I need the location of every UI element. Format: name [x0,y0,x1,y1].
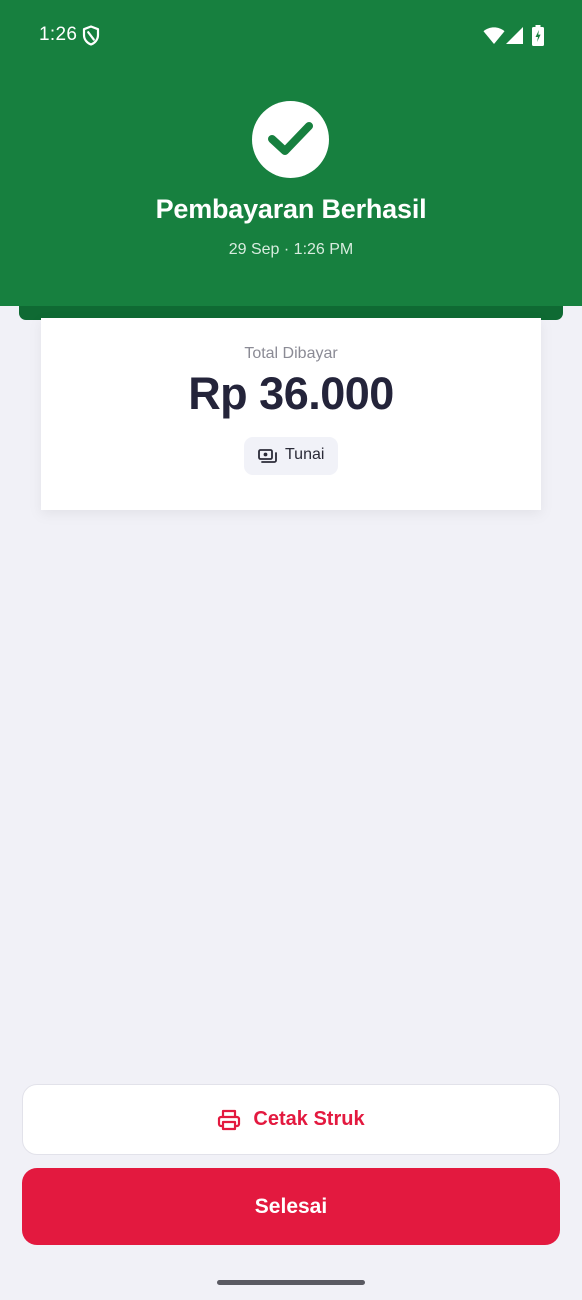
printer-icon [218,1109,241,1130]
payment-success-screen: 1:26 Pembayaran Berhasil 29 Sep · 1:26 P… [0,0,582,1300]
battery-charging-icon [532,25,544,46]
cell-signal-icon [506,27,523,44]
receipt-zigzag-edge [41,497,541,509]
payment-method-label: Tunai [285,446,325,463]
status-time: 1:26 [39,24,78,45]
receipt-card: Total Dibayar Rp 36.000 Tunai [41,318,541,510]
total-label: Total Dibayar [244,345,338,362]
home-indicator[interactable] [217,1280,365,1285]
shield-icon [82,25,100,46]
total-amount: Rp 36.000 [188,368,394,419]
payment-date: 29 Sep · 1:26 PM [228,241,354,258]
success-header: 1:26 Pembayaran Berhasil 29 Sep · 1:26 P… [0,0,582,306]
status-bar: 1:26 [0,0,582,72]
wifi-icon [483,27,505,44]
success-badge [252,101,329,178]
page-title: Pembayaran Berhasil [155,194,427,224]
check-icon [268,122,313,155]
done-label: Selesai [254,1194,328,1218]
print-receipt-label: Cetak Struk [253,1108,365,1130]
cash-icon [258,449,277,463]
done-button[interactable]: Selesai [22,1168,560,1245]
payment-method-chip: Tunai [244,437,338,475]
receipt-body: Total Dibayar Rp 36.000 Tunai [41,318,541,498]
print-receipt-button[interactable]: Cetak Struk [22,1084,560,1155]
